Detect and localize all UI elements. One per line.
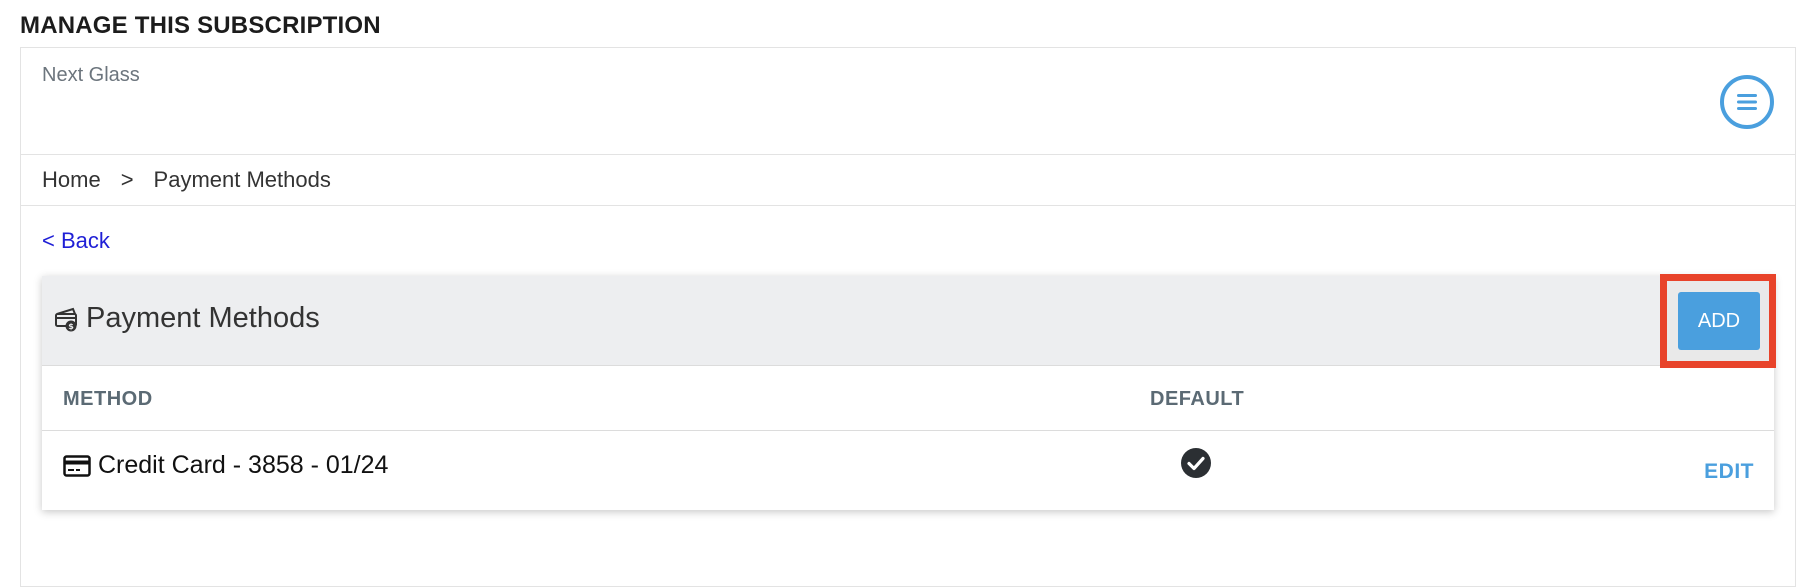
table-header: METHOD DEFAULT <box>42 366 1774 431</box>
credit-card-icon <box>63 454 91 477</box>
hamburger-menu-icon <box>1737 94 1757 110</box>
svg-text:$: $ <box>68 322 74 331</box>
payment-methods-card: $ Payment Methods ADD METHOD DEFAULT Cre… <box>42 274 1776 510</box>
breadcrumb: Home > Payment Methods <box>21 154 1795 206</box>
card-header: $ Payment Methods ADD <box>42 274 1776 368</box>
method-label: Credit Card - 3858 - 01/24 <box>98 451 389 479</box>
back-link[interactable]: < Back <box>42 228 110 254</box>
add-button[interactable]: ADD <box>1678 292 1760 350</box>
brand-bar: Next Glass <box>21 48 1795 155</box>
card-title: Payment Methods <box>86 302 320 334</box>
menu-button[interactable] <box>1720 75 1774 129</box>
payment-methods-icon: $ <box>55 307 77 331</box>
column-header-default: DEFAULT <box>1150 388 1245 410</box>
column-header-method: METHOD <box>63 388 153 410</box>
table-row: Credit Card - 3858 - 01/24 EDIT <box>42 431 1774 510</box>
breadcrumb-separator: > <box>120 166 134 192</box>
brand-name: Next Glass <box>42 64 140 86</box>
check-circle-icon <box>1181 448 1211 478</box>
subscription-frame: Next Glass Home > Payment Methods < Back… <box>20 47 1796 587</box>
breadcrumb-payment-methods: Payment Methods <box>153 166 331 192</box>
page-title: MANAGE THIS SUBSCRIPTION <box>20 12 381 39</box>
add-button-highlight: ADD <box>1660 274 1776 368</box>
method-cell: Credit Card - 3858 - 01/24 <box>63 451 388 480</box>
default-cell <box>1180 447 1212 484</box>
breadcrumb-home[interactable]: Home <box>42 167 101 193</box>
edit-link[interactable]: EDIT <box>1704 460 1754 484</box>
